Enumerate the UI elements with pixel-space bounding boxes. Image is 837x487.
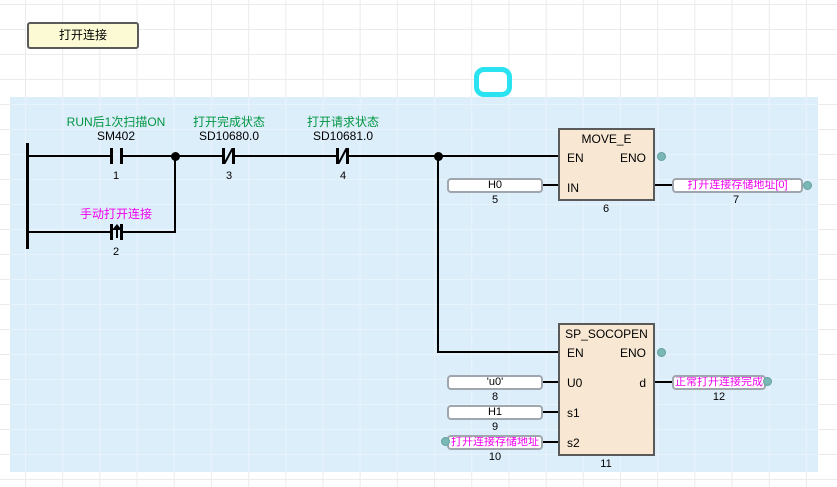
pin-eno: ENO: [620, 346, 646, 360]
cell-selection-cursor[interactable]: [474, 67, 512, 97]
input-connector-dot: [441, 437, 450, 446]
step-number: 9: [492, 421, 498, 433]
eno-connector-dot: [657, 152, 666, 161]
output-label-move-destination[interactable]: 打开连接存储地址[0]: [672, 178, 803, 193]
operand-box-s2-label[interactable]: 打开连接存储地址: [447, 435, 543, 450]
step-number: 3: [226, 170, 232, 182]
function-block-sp-socopen[interactable]: SP_SOCOPEN EN ENO U0 d s1 s2: [558, 323, 655, 456]
contact-sd10681-normally-closed[interactable]: [333, 146, 353, 166]
contact-bar: [110, 148, 113, 164]
contact-sd10680-normally-closed[interactable]: [219, 146, 239, 166]
device-comment: RUN后1次扫描ON: [67, 116, 166, 129]
wire-segment: [543, 411, 558, 413]
pin-u0: U0: [567, 376, 582, 390]
eno-connector-dot: [657, 348, 666, 357]
rising-edge-arrow-icon: [116, 229, 118, 238]
output-connector-dot: [803, 181, 812, 190]
step-number: 12: [713, 391, 725, 403]
junction-dot: [171, 152, 180, 161]
step-number: 4: [340, 170, 346, 182]
branch-wire: [174, 156, 176, 233]
device-comment: 打开完成状态: [193, 116, 265, 129]
ladder-canvas[interactable]: RUN后1次扫描ON SM402 1 打开完成状态 SD10680.0 3 打开…: [10, 97, 818, 472]
rung-comment-box[interactable]: 打开连接: [27, 22, 139, 49]
drop-wire: [437, 156, 439, 353]
pin-en: EN: [567, 346, 584, 360]
device-comment: 打开请求状态: [307, 116, 379, 129]
device-name: SD10680.0: [199, 130, 259, 143]
step-number: 5: [492, 194, 498, 206]
contact-sm402-normally-open[interactable]: [107, 146, 127, 166]
pin-eno: ENO: [620, 151, 646, 165]
device-comment: 手动打开连接: [80, 208, 152, 221]
wire-segment: [437, 351, 558, 353]
contact-bar: [120, 148, 123, 164]
wire-segment: [235, 155, 336, 157]
step-number: 7: [733, 194, 739, 206]
function-block-move-e[interactable]: MOVE_E EN ENO IN: [558, 128, 655, 201]
step-number: 6: [603, 203, 609, 215]
output-label-open-complete[interactable]: 正常打开连接完成: [672, 375, 766, 390]
step-number: 1: [113, 170, 119, 182]
pin-s1: s1: [567, 406, 580, 420]
step-number: 10: [489, 451, 501, 463]
operand-box-h1[interactable]: H1: [447, 405, 543, 420]
wire-segment: [123, 231, 176, 233]
step-number: 11: [600, 458, 611, 470]
wire-segment: [655, 381, 672, 383]
step-number: 8: [492, 391, 498, 403]
wire-segment: [543, 184, 558, 186]
device-name: SD10681.0: [313, 130, 373, 143]
left-rail: [26, 143, 29, 249]
wire-segment: [27, 155, 110, 157]
operand-box-u0[interactable]: 'u0': [447, 375, 543, 390]
output-connector-dot: [763, 377, 772, 386]
pin-s2: s2: [567, 436, 580, 450]
wire-segment: [543, 441, 558, 443]
wire-segment: [655, 184, 672, 186]
operand-box-h0[interactable]: H0: [447, 178, 543, 193]
block-title: MOVE_E: [560, 132, 653, 146]
junction-dot: [434, 152, 443, 161]
pin-d: d: [639, 376, 646, 390]
wire-segment: [349, 155, 558, 157]
pin-in: IN: [567, 181, 579, 195]
device-name: SM402: [97, 130, 135, 143]
ladder-editor-screen: 打开连接 RUN后1次扫描ON SM402 1 打开完成状态 SD10680.0: [0, 0, 837, 487]
contact-manual-rising-edge[interactable]: [107, 222, 127, 242]
wire-segment: [27, 231, 110, 233]
step-number: 2: [113, 246, 119, 258]
wire-segment: [543, 381, 558, 383]
block-title: SP_SOCOPEN: [560, 327, 653, 341]
pin-en: EN: [567, 151, 584, 165]
